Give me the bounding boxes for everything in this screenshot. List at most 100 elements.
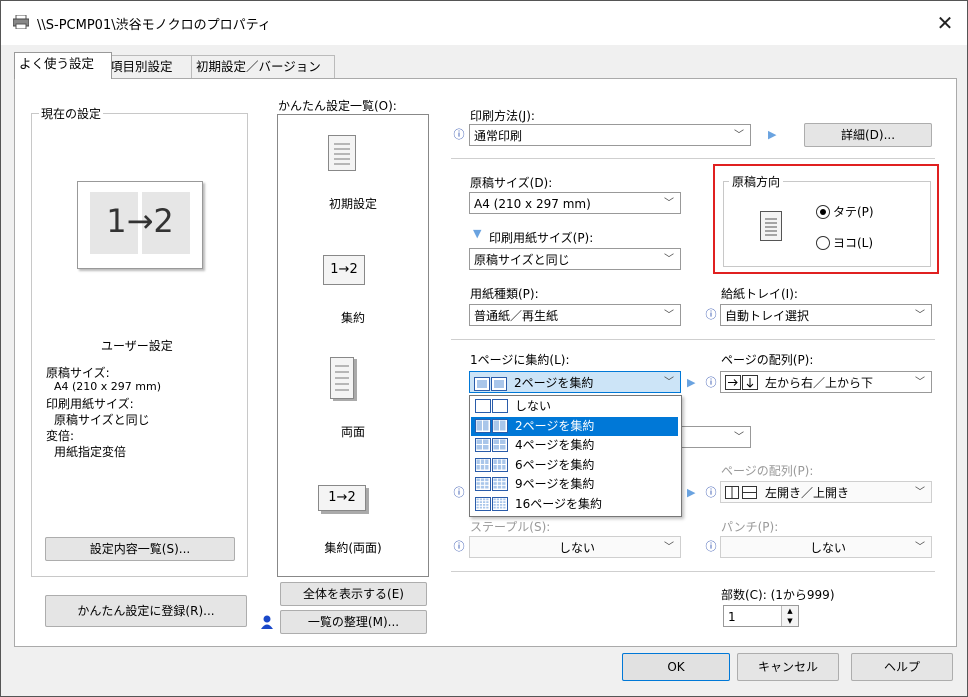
- landscape-label[interactable]: ヨコ(L): [833, 234, 873, 251]
- separator: [451, 571, 935, 572]
- preset-duplex-icon: [330, 357, 354, 399]
- nup-layout-icon: [475, 496, 509, 511]
- tray-info-icon[interactable]: ⓘ: [704, 308, 718, 322]
- punch-info-icon[interactable]: ⓘ: [704, 540, 718, 554]
- punch-select[interactable]: しない ﹀: [720, 536, 932, 558]
- landscape-radio[interactable]: [816, 236, 830, 250]
- preset-nup-duplex[interactable]: 集約(両面): [278, 539, 428, 556]
- ok-button[interactable]: OK: [622, 653, 730, 681]
- nup-value: 2ページを集約: [514, 376, 594, 390]
- separator: [451, 339, 935, 340]
- settings-list-button[interactable]: 設定内容一覧(S)...: [45, 537, 235, 561]
- chevron-down-icon: ﹀: [734, 130, 744, 141]
- print-method-info-icon[interactable]: ⓘ: [452, 128, 466, 142]
- page-order-icon: [725, 375, 759, 390]
- current-settings-title: 現在の設定: [39, 105, 104, 122]
- nup-option[interactable]: 2ページを集約: [471, 416, 678, 436]
- chevron-down-icon: ﹀: [915, 310, 925, 321]
- summary-original-size-label: 原稿サイズ:: [46, 366, 110, 380]
- chevron-down-icon: ﹀: [664, 377, 674, 388]
- detail-arrow-icon: ▶: [768, 128, 777, 141]
- user-icon: [260, 615, 274, 629]
- organize-list-button[interactable]: 一覧の整理(M)...: [280, 610, 427, 634]
- tray-label: 給紙トレイ(I):: [721, 287, 798, 301]
- chevron-down-icon: ﹀: [664, 542, 674, 553]
- presets-list[interactable]: 初期設定 1→2 集約 両面 1→2 集約(両面): [277, 114, 429, 577]
- copies-value: 1: [728, 610, 736, 624]
- chevron-down-icon: ﹀: [915, 542, 925, 553]
- nup-option-label: 6ページを集約: [515, 457, 595, 472]
- preset-nup[interactable]: 集約: [278, 309, 428, 326]
- nup-option[interactable]: しない: [471, 397, 678, 416]
- page-order2-select[interactable]: 左開き／上開き ﹀: [720, 481, 932, 503]
- staple-info-icon[interactable]: ⓘ: [452, 540, 466, 554]
- original-size-select[interactable]: A4 (210 x 297 mm) ﹀: [469, 192, 681, 214]
- nup-layout-icon: [475, 399, 509, 413]
- summary-paper-size-value: 原稿サイズと同じ: [54, 413, 150, 427]
- page-order-value: 左から右／上から下: [765, 376, 874, 390]
- hidden-select[interactable]: ﹀: [677, 426, 751, 448]
- staple-select[interactable]: しない ﹀: [469, 536, 681, 558]
- nup-select[interactable]: 2ページを集約 ﹀: [469, 371, 681, 393]
- separator: [451, 158, 935, 159]
- nup-arrow-icon: ▶: [687, 376, 696, 389]
- tray-select[interactable]: 自動トレイ選択 ﹀: [720, 304, 932, 326]
- cancel-button[interactable]: キャンセル: [737, 653, 839, 681]
- preset-nup-icon-text: 1→2: [330, 262, 358, 277]
- nup-option[interactable]: 4ページを集約: [471, 436, 678, 455]
- nup-option-label: 16ページを集約: [515, 496, 603, 511]
- nup-option-label: 2ページを集約: [515, 418, 595, 433]
- duplex-info-icon[interactable]: ⓘ: [452, 486, 466, 500]
- tab-initial[interactable]: 初期設定／バージョン: [191, 55, 335, 78]
- page-order-info-icon[interactable]: ⓘ: [704, 376, 718, 390]
- preset-nup-icon: 1→2: [323, 255, 365, 285]
- tray-value: 自動トレイ選択: [725, 309, 810, 323]
- tab-frequent[interactable]: よく使う設定: [14, 52, 112, 79]
- portrait-page-icon: [760, 211, 782, 241]
- preview-text: 1→2: [106, 202, 174, 240]
- paper-type-select[interactable]: 普通紙／再生紙 ﹀: [469, 304, 681, 326]
- preset-duplex[interactable]: 両面: [278, 423, 428, 440]
- nup-option[interactable]: 6ページを集約: [471, 456, 678, 475]
- punch-value: しない: [809, 541, 846, 555]
- nup-dropdown-list[interactable]: しない 2ページを集約 4ページを集約 6ページを集約 9ページを集約 16ページを集約: [469, 395, 682, 517]
- copies-label: 部数(C): (1から999): [721, 588, 835, 602]
- page-order-label: ページの配列(P):: [721, 353, 814, 367]
- print-method-label: 印刷方法(J):: [470, 109, 535, 123]
- chevron-down-icon: ﹀: [664, 198, 674, 209]
- nup-option-label: 4ページを集約: [515, 438, 595, 452]
- orientation-title: 原稿方向: [729, 173, 784, 190]
- nup-layout-icon: [475, 438, 509, 452]
- detail-button[interactable]: 詳細(D)...: [804, 123, 932, 147]
- down-arrow-icon: ▼: [473, 227, 482, 240]
- page-order-select[interactable]: 左から右／上から下 ﹀: [720, 371, 932, 393]
- nup-label: 1ページに集約(L):: [470, 353, 570, 367]
- nup-layout-icon: [475, 418, 509, 433]
- tab-items[interactable]: 項目別設定: [105, 55, 195, 78]
- register-easy-setting-button[interactable]: かんたん設定に登録(R)...: [45, 595, 247, 627]
- portrait-label[interactable]: タテ(P): [833, 203, 874, 220]
- nup-option-label: しない: [515, 399, 552, 413]
- nup-option[interactable]: 16ページを集約: [471, 495, 678, 514]
- preset-default-icon: [328, 135, 356, 171]
- print-method-select[interactable]: 通常印刷 ﹀: [469, 124, 751, 146]
- portrait-radio[interactable]: [816, 205, 830, 219]
- chevron-down-icon: ﹀: [915, 377, 925, 388]
- page-order2-info-icon[interactable]: ⓘ: [704, 486, 718, 500]
- show-all-button[interactable]: 全体を表示する(E): [280, 582, 427, 606]
- help-button[interactable]: ヘルプ: [851, 653, 953, 681]
- preset-default[interactable]: 初期設定: [278, 195, 428, 212]
- chevron-down-icon: ﹀: [915, 487, 925, 498]
- paper-size-select[interactable]: 原稿サイズと同じ ﹀: [469, 248, 681, 270]
- close-button[interactable]: ✕: [931, 9, 959, 37]
- nup-layout-icon: [475, 477, 509, 491]
- copies-stepper[interactable]: ▲ ▼: [781, 606, 798, 626]
- dialog-window: \\S-PCMP01\渋谷モノクロのプロパティ ✕ よく使う設定 項目別設定 初…: [0, 0, 968, 697]
- staple-value: しない: [558, 541, 595, 555]
- nup-option-label: 9ページを集約: [515, 477, 595, 491]
- print-method-value: 通常印刷: [474, 129, 523, 143]
- page-order2-label: ページの配列(P):: [721, 464, 814, 478]
- nup-option[interactable]: 9ページを集約: [471, 475, 678, 494]
- paper-size-value: 原稿サイズと同じ: [474, 253, 570, 267]
- chevron-down-icon: ﹀: [664, 310, 674, 321]
